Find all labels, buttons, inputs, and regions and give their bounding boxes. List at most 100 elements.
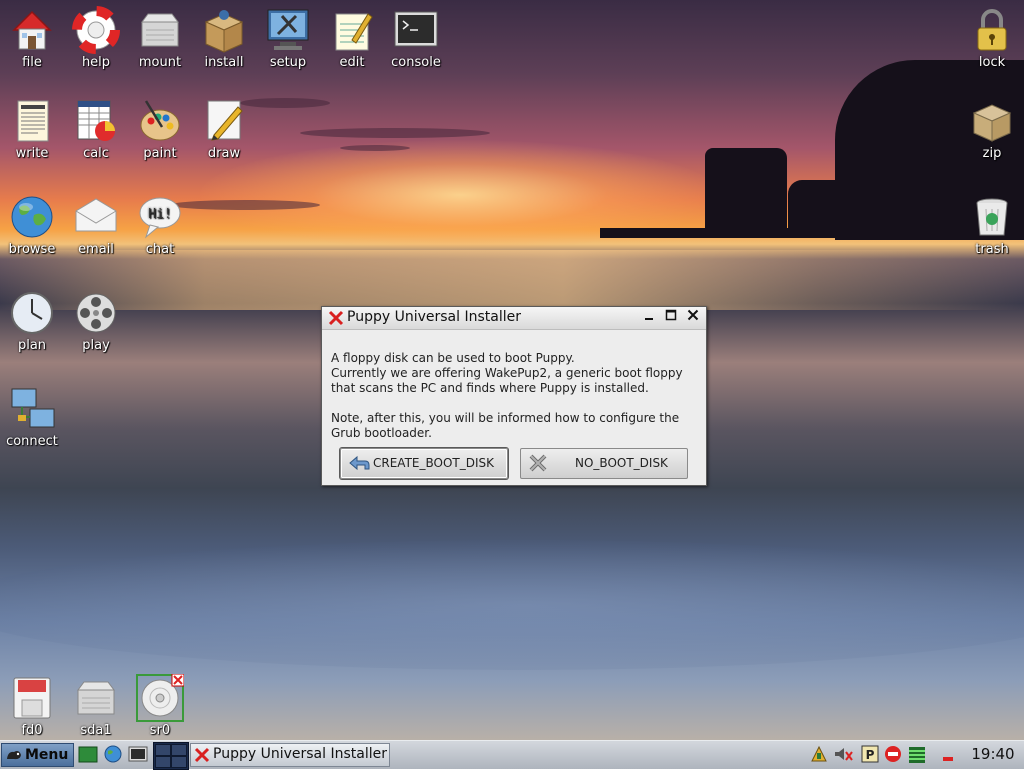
desktop-icon-play-label: play [82,338,110,353]
desktop-icon-draw-label: draw [207,146,241,161]
menu-button[interactable]: Menu [1,743,74,767]
beach-wash [0,540,1024,670]
quicklaunch-terminal[interactable] [127,744,149,764]
desktop-icon-write[interactable]: write [0,97,64,162]
tray-p-icon[interactable]: P [861,745,879,763]
lifebuoy-icon [72,6,120,54]
desktop-icon-console-label: console [391,55,441,70]
workspace-4[interactable] [171,756,187,768]
maximize-icon [665,309,677,321]
maximize-button[interactable] [662,309,680,327]
desktop-icon-browse[interactable]: browse [0,193,64,258]
palette-icon [140,100,180,141]
workspace-2[interactable] [171,744,187,756]
desktop-icon-connect-label: connect [6,434,58,449]
desktop-icon-paint[interactable]: paint [128,97,192,162]
desktop-icon-setup-label: setup [269,55,307,70]
drive-icon [141,13,179,47]
desktop-icon-calc-label: calc [83,146,109,161]
installer-dialog: Puppy Universal Installer A floppy disk … [321,306,707,486]
minimize-button[interactable] [640,309,658,327]
desktop-icon-zip[interactable]: zip [960,97,1024,162]
desktop-icon-install[interactable]: install [192,6,256,71]
spreadsheet-icon [77,100,115,141]
desktop-icon-browse-label: browse [8,242,56,257]
workspace-pager[interactable] [153,742,189,770]
tray-volume-muted-icon[interactable] [833,745,853,763]
padlock-icon [977,9,1007,51]
clock-icon [11,292,53,334]
floppy-icon [13,677,51,719]
desktop-icon-sda1[interactable]: sda1 [64,674,128,739]
quicklaunch-browser[interactable] [102,744,124,764]
svg-text:P: P [866,748,875,762]
desktop-icon-edit-label: edit [339,55,365,70]
globe-icon [11,196,53,238]
speech-bubble-icon: Hi! [139,197,181,239]
desktop-icon-file-label: file [22,55,42,70]
create-boot-disk-button[interactable]: CREATE_BOOT_DISK [340,448,508,479]
tray-no-entry-icon[interactable] [884,745,902,763]
x-logo-icon [328,310,344,326]
taskbar-window-button[interactable]: Puppy Universal Installer [190,743,390,767]
close-icon [687,309,699,321]
no-boot-disk-label: NO_BOOT_DISK [575,456,668,470]
terminal-icon [394,11,438,47]
desktop-icon-connect[interactable]: connect [0,385,64,450]
svg-text:Hi!: Hi! [148,207,171,222]
dialog-message: A floppy disk can be used to boot Puppy.… [331,351,699,441]
desktop-icon-mount-label: mount [138,55,182,70]
desktop-icon-fd0-label: fd0 [21,723,43,738]
desktop-icon-chat[interactable]: Hi! chat [128,193,192,258]
minimize-icon [645,318,653,320]
film-reel-icon [76,293,116,333]
tray-battery-icon[interactable] [907,745,925,763]
desktop-icon-setup[interactable]: setup [256,6,320,71]
workspace-1[interactable] [155,744,171,756]
tray-network-icon[interactable] [810,745,828,763]
menu-dog-icon [7,751,21,760]
desktop-icon-paint-label: paint [143,146,177,161]
network-icon [11,388,55,428]
desktop-icon-write-label: write [15,146,49,161]
notepad-icon [335,13,373,51]
desktop-icon-console[interactable]: console [384,6,448,71]
box-icon [972,104,1012,142]
desktop-icon-mount[interactable]: mount [128,6,192,71]
desktop-icon-trash-label: trash [975,242,1009,257]
desktop-icon-trash[interactable]: trash [960,193,1024,258]
show-desktop-icon [78,746,98,763]
no-boot-disk-button[interactable]: NO_BOOT_DISK [520,448,688,479]
desktop-icon-plan[interactable]: plan [0,289,64,354]
package-icon [204,10,244,53]
x-logo-icon [194,747,210,763]
close-button[interactable] [684,309,702,327]
back-arrow-icon [349,455,370,471]
browser-globe-icon [104,745,122,763]
desktop-icon-fd0[interactable]: fd0 [0,674,64,739]
dialog-message-line-2: Note, after this, you will be informed h… [331,411,680,440]
desktop-icon-help[interactable]: help [64,6,128,71]
desktop-icon-edit[interactable]: edit [320,6,384,71]
clock[interactable]: 19:40 [964,745,1022,763]
desktop-icon-lock[interactable]: lock [960,6,1024,71]
envelope-icon [75,198,117,232]
desktop-icon-sda1-label: sda1 [80,723,112,738]
cdrom-icon [136,674,184,722]
desktop-icon-email[interactable]: email [64,193,128,258]
desktop-icon-zip-label: zip [982,146,1002,161]
desktop-icon-file[interactable]: file [0,6,64,71]
desktop-icon-play[interactable]: play [64,289,128,354]
desktop-icon-chat-label: chat [145,242,175,257]
workspace-3[interactable] [155,756,171,768]
setup-icon [267,9,309,50]
tray-red-indicator-icon[interactable] [940,745,958,763]
dialog-title: Puppy Universal Installer [347,309,521,325]
desktop-icon-calc[interactable]: calc [64,97,128,162]
taskbar-window-label: Puppy Universal Installer [213,746,387,762]
quicklaunch-desktop[interactable] [77,744,99,764]
dialog-titlebar[interactable]: Puppy Universal Installer [322,307,706,330]
menu-label: Menu [25,747,69,763]
desktop-icon-draw[interactable]: draw [192,97,256,162]
desktop-icon-sr0[interactable]: sr0 [128,674,192,739]
